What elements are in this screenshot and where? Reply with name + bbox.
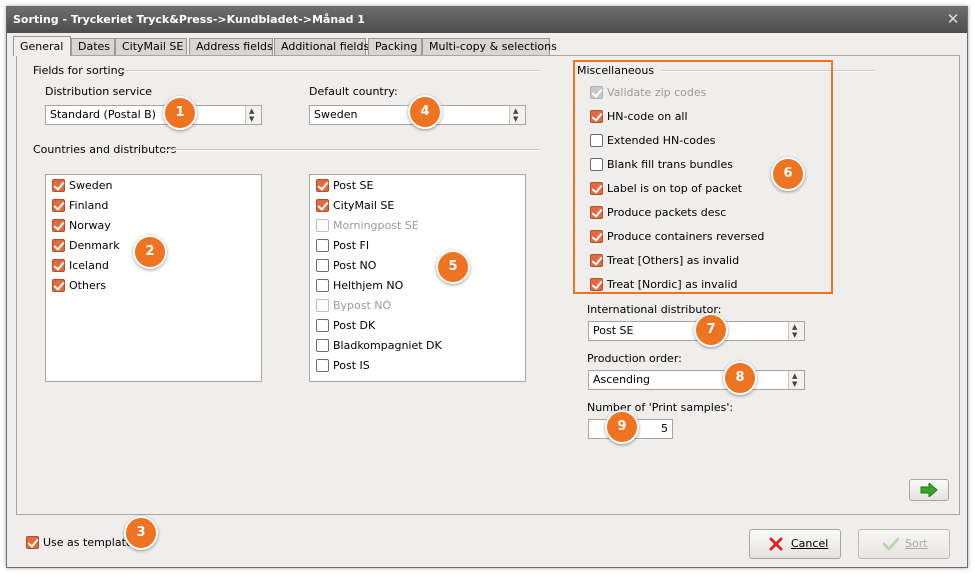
production-order-select[interactable]: Ascending ▲ ▼ bbox=[588, 370, 805, 390]
checkbox[interactable] bbox=[590, 110, 603, 123]
arrow-right-icon bbox=[920, 483, 938, 497]
divider bbox=[163, 149, 539, 151]
checkbox[interactable] bbox=[52, 179, 65, 192]
callout-badge-5: 5 bbox=[436, 250, 470, 284]
checkbox bbox=[590, 86, 603, 99]
checkbox bbox=[316, 299, 329, 312]
callout-badge-3: 3 bbox=[124, 516, 158, 550]
checkbox bbox=[316, 219, 329, 232]
checkbox[interactable] bbox=[590, 230, 603, 243]
fields-for-sorting-heading: Fields for sorting bbox=[33, 64, 125, 77]
divider bbox=[121, 70, 539, 72]
distribution-service-label: Distribution service bbox=[45, 85, 153, 98]
default-country-label: Default country: bbox=[309, 85, 398, 98]
checkbox[interactable] bbox=[316, 239, 329, 252]
green-check-icon bbox=[883, 537, 899, 551]
checkbox[interactable] bbox=[590, 254, 603, 267]
tab-panel-general: Fields for sorting Distribution service … bbox=[16, 55, 960, 515]
checkbox[interactable] bbox=[316, 339, 329, 352]
spin-arrows-icon[interactable]: ▲ ▼ bbox=[788, 322, 804, 340]
callout-badge-6: 6 bbox=[771, 157, 805, 191]
checkbox[interactable] bbox=[590, 206, 603, 219]
tab-multi-copy-selections[interactable]: Multi-copy & selections bbox=[422, 38, 557, 55]
checkbox[interactable] bbox=[316, 279, 329, 292]
red-x-icon bbox=[769, 537, 783, 551]
countries-distributors-heading: Countries and distributors bbox=[33, 143, 177, 156]
close-icon[interactable]: ✕ bbox=[944, 10, 962, 28]
checkbox[interactable] bbox=[590, 158, 603, 171]
callout-badge-4: 4 bbox=[408, 95, 442, 129]
checkbox[interactable] bbox=[52, 279, 65, 292]
miscellaneous-heading: Miscellaneous bbox=[577, 64, 655, 77]
print-samples-value: 5 bbox=[661, 422, 668, 435]
tab-citymail-se[interactable]: CityMail SE bbox=[115, 38, 187, 55]
callout-badge-2: 2 bbox=[133, 235, 167, 269]
checkbox[interactable] bbox=[316, 319, 329, 332]
checkbox[interactable] bbox=[52, 219, 65, 232]
checkbox[interactable] bbox=[52, 239, 65, 252]
cancel-button[interactable]: Cancel bbox=[749, 529, 841, 559]
spin-arrows-icon[interactable]: ▲ ▼ bbox=[245, 106, 261, 124]
checkbox[interactable] bbox=[52, 199, 65, 212]
checkbox[interactable] bbox=[52, 259, 65, 272]
countries-list[interactable]: Sweden Finland Norway Denmark Iceland Ot… bbox=[45, 174, 262, 382]
sort-label: Sort bbox=[905, 537, 928, 550]
callout-badge-1: 1 bbox=[163, 96, 197, 130]
sorting-dialog: Sorting - Tryckeriet Tryck&Press->Kundbl… bbox=[6, 6, 968, 568]
checkbox[interactable] bbox=[590, 278, 603, 291]
print-samples-label: Number of 'Print samples': bbox=[587, 401, 734, 414]
tab-dates[interactable]: Dates bbox=[71, 38, 115, 55]
international-distributor-label: International distributor: bbox=[587, 303, 722, 316]
spin-arrows-icon[interactable]: ▲ ▼ bbox=[509, 106, 525, 124]
tab-packing[interactable]: Packing bbox=[368, 38, 422, 55]
default-country-value: Sweden bbox=[314, 108, 358, 121]
international-distributor-value: Post SE bbox=[593, 324, 634, 337]
spin-arrows-icon[interactable]: ▲ ▼ bbox=[788, 371, 804, 389]
production-order-value: Ascending bbox=[593, 373, 651, 386]
production-order-label: Production order: bbox=[587, 352, 682, 365]
title-bar: Sorting - Tryckeriet Tryck&Press->Kundbl… bbox=[7, 7, 967, 33]
checkbox[interactable] bbox=[316, 359, 329, 372]
checkbox[interactable] bbox=[316, 259, 329, 272]
callout-badge-8: 8 bbox=[723, 361, 757, 395]
distribution-service-select[interactable]: Standard (Postal B) ▲ ▼ bbox=[45, 105, 262, 125]
callout-badge-7: 7 bbox=[694, 313, 728, 347]
checkbox[interactable] bbox=[26, 536, 39, 549]
distribution-service-value: Standard (Postal B) bbox=[50, 108, 156, 121]
window-title: Sorting - Tryckeriet Tryck&Press->Kundbl… bbox=[13, 13, 365, 26]
tab-additional-fields[interactable]: Additional fields bbox=[274, 38, 369, 55]
distributors-list[interactable]: Post SE CityMail SE Morningpost SE Post … bbox=[309, 174, 526, 382]
tab-address-fields[interactable]: Address fields bbox=[189, 38, 273, 55]
sort-button[interactable]: Sort bbox=[858, 529, 950, 559]
checkbox[interactable] bbox=[316, 179, 329, 192]
callout-badge-9: 9 bbox=[605, 410, 639, 444]
cancel-label: Cancel bbox=[791, 537, 829, 550]
checkbox[interactable] bbox=[590, 134, 603, 147]
checkbox[interactable] bbox=[590, 182, 603, 195]
checkbox[interactable] bbox=[316, 199, 329, 212]
tab-general[interactable]: General bbox=[13, 36, 71, 56]
next-button[interactable] bbox=[909, 479, 949, 501]
